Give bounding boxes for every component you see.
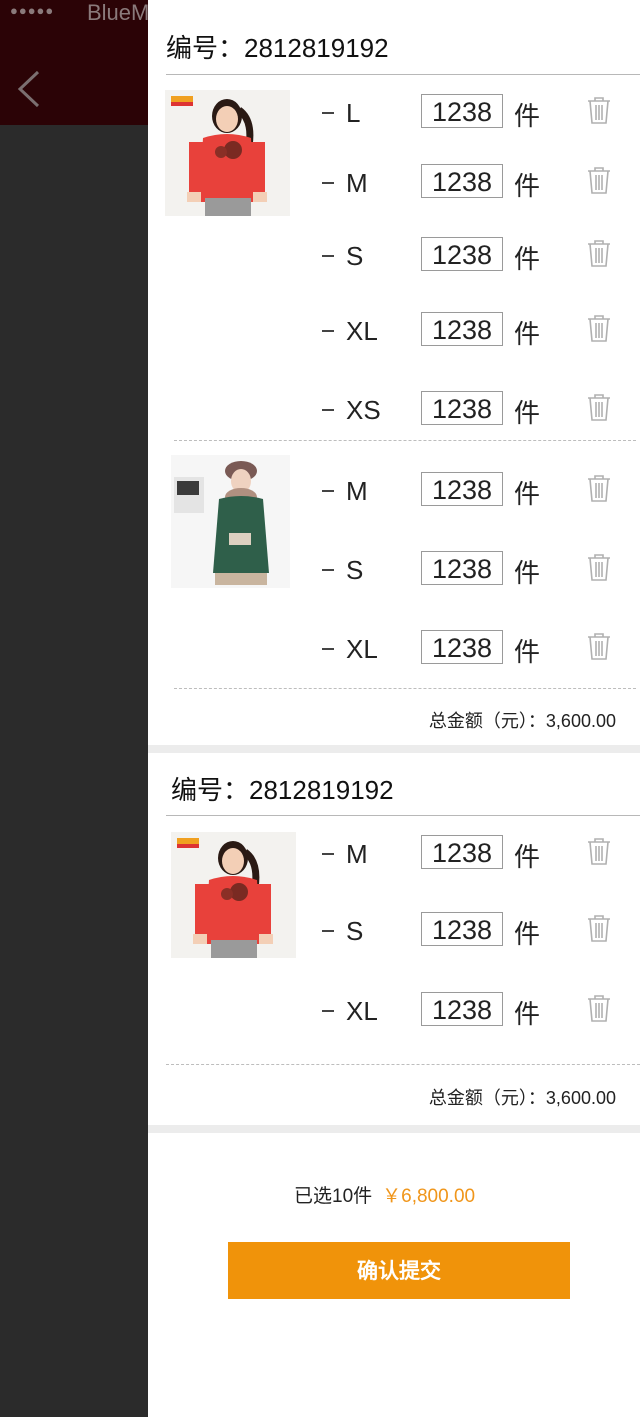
list-item: XL 1238 件: [148, 992, 640, 1032]
selection-summary: 已选10件 ￥6,800.00: [294, 1181, 475, 1208]
order-total: 总金额（元）：3,600.00: [428, 711, 616, 731]
size-label: S: [346, 555, 364, 585]
order-total: 总金额（元）：3,600.00: [428, 1088, 616, 1108]
unit-label: 件: [514, 919, 541, 949]
quantity-input[interactable]: 1238: [421, 164, 503, 198]
trash-icon[interactable]: [586, 552, 612, 582]
list-item: M 1238 件: [148, 835, 640, 875]
unit-label: 件: [514, 842, 541, 872]
size-label: XL: [346, 996, 378, 1026]
size-label: M: [346, 839, 368, 869]
quantity-input[interactable]: 1238: [421, 835, 503, 869]
confirm-submit-button[interactable]: 确认提交: [228, 1242, 570, 1299]
quantity-input[interactable]: 1238: [421, 237, 503, 271]
order-id: 编号：2812819192: [171, 775, 394, 805]
total-price: ￥6,800.00: [382, 1186, 476, 1207]
unit-label: 件: [514, 479, 541, 509]
list-item: XL 1238 件: [148, 312, 640, 352]
size-label: S: [346, 241, 364, 271]
trash-icon[interactable]: [586, 836, 612, 866]
carrier-name: BlueM: [87, 0, 150, 25]
unit-label: 件: [514, 244, 541, 274]
trash-icon[interactable]: [586, 165, 612, 195]
list-item: XL 1238 件: [148, 630, 640, 670]
minus-icon[interactable]: [322, 182, 334, 184]
quantity-input[interactable]: 1238: [421, 472, 503, 506]
trash-icon[interactable]: [586, 913, 612, 943]
minus-icon[interactable]: [322, 330, 334, 332]
trash-icon[interactable]: [586, 95, 612, 125]
minus-icon[interactable]: [322, 853, 334, 855]
quantity-input[interactable]: 1238: [421, 94, 503, 128]
minus-icon[interactable]: [322, 112, 334, 114]
trash-icon[interactable]: [586, 313, 612, 343]
trash-icon[interactable]: [586, 473, 612, 503]
minus-icon[interactable]: [322, 648, 334, 650]
minus-icon[interactable]: [322, 930, 334, 932]
size-label: XL: [346, 316, 378, 346]
minus-icon[interactable]: [322, 569, 334, 571]
minus-icon[interactable]: [322, 1010, 334, 1012]
minus-icon[interactable]: [322, 490, 334, 492]
list-item: M 1238 件: [148, 472, 640, 512]
quantity-input[interactable]: 1238: [421, 992, 503, 1026]
size-label: L: [346, 98, 361, 128]
divider-dashed: [174, 440, 636, 441]
list-item: S 1238 件: [148, 912, 640, 952]
minus-icon[interactable]: [322, 409, 334, 411]
unit-label: 件: [514, 999, 541, 1029]
section-separator: [148, 1125, 640, 1133]
quantity-input[interactable]: 1238: [421, 551, 503, 585]
quantity-input[interactable]: 1238: [421, 912, 503, 946]
unit-label: 件: [514, 558, 541, 588]
size-label: XS: [346, 395, 381, 425]
list-item: M 1238 件: [148, 164, 640, 204]
signal-dots: ●●●●●: [10, 3, 55, 18]
quantity-input[interactable]: 1238: [421, 630, 503, 664]
trash-icon[interactable]: [586, 238, 612, 268]
order-panel: 编号：2812819192 L 1238 件 M 1238 件 S 1238 件…: [148, 0, 640, 1417]
list-item: L 1238 件: [148, 94, 640, 134]
trash-icon[interactable]: [586, 993, 612, 1023]
size-label: M: [346, 168, 368, 198]
trash-icon[interactable]: [586, 392, 612, 422]
list-item: XS 1238 件: [148, 391, 640, 431]
unit-label: 件: [514, 171, 541, 201]
list-item: S 1238 件: [148, 551, 640, 591]
divider: [166, 74, 640, 75]
chevron-left-icon[interactable]: [14, 68, 52, 110]
background-page: [0, 0, 148, 1417]
section-separator: [148, 745, 640, 753]
minus-icon[interactable]: [322, 255, 334, 257]
unit-label: 件: [514, 319, 541, 349]
divider-dashed: [166, 1064, 640, 1065]
selected-count: 已选10件: [294, 1186, 373, 1207]
size-label: S: [346, 916, 364, 946]
background-header: ●●●●● BlueM: [0, 0, 150, 125]
unit-label: 件: [514, 637, 541, 667]
unit-label: 件: [514, 398, 541, 428]
list-item: S 1238 件: [148, 237, 640, 277]
size-label: M: [346, 476, 368, 506]
order-id: 编号：2812819192: [166, 33, 389, 63]
quantity-input[interactable]: 1238: [421, 391, 503, 425]
divider-dashed: [174, 688, 636, 689]
size-label: XL: [346, 634, 378, 664]
quantity-input[interactable]: 1238: [421, 312, 503, 346]
unit-label: 件: [514, 101, 541, 131]
trash-icon[interactable]: [586, 631, 612, 661]
divider: [166, 815, 640, 816]
